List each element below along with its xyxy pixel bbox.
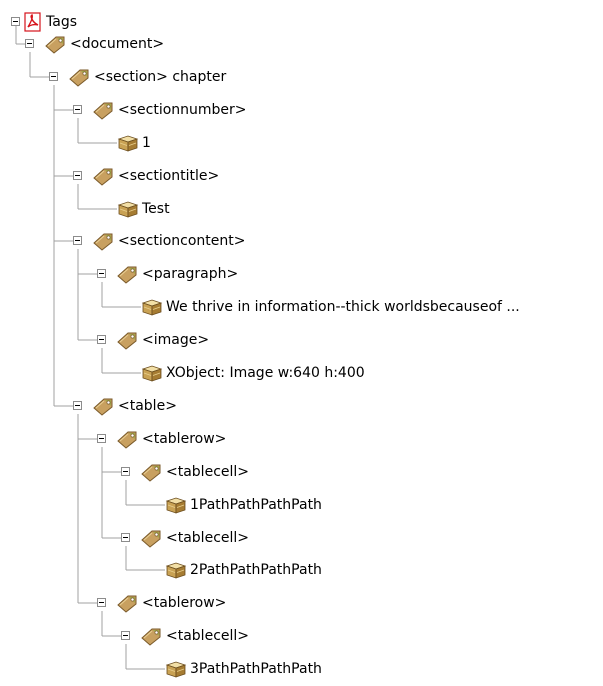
tree-node-label: <tablecell> [166, 628, 250, 644]
tree-node-label: 2PathPathPathPath [190, 562, 322, 578]
collapse-toggle[interactable] [49, 72, 58, 81]
tags-tree[interactable]: Tags <document> <section> chapter <secti… [0, 0, 603, 686]
tree-row[interactable]: We thrive in information--thick worldsbe… [0, 296, 603, 318]
tree-row[interactable]: <tablecell> [0, 461, 603, 483]
collapse-toggle[interactable] [11, 17, 20, 26]
tree-node-label: <sectionnumber> [118, 102, 247, 118]
tree-node-label: XObject: Image w:640 h:400 [166, 365, 365, 381]
collapse-toggle[interactable] [97, 598, 106, 607]
pdf-icon [22, 12, 44, 32]
tree-node-label: <section> chapter [94, 69, 227, 85]
tag-icon [141, 462, 163, 482]
collapse-toggle[interactable] [97, 434, 106, 443]
tree-row[interactable]: 3PathPathPathPath [0, 658, 603, 680]
collapse-toggle[interactable] [121, 533, 130, 542]
tree-node-label: 1 [142, 135, 151, 151]
tag-icon [141, 626, 163, 646]
content-box-icon [165, 659, 187, 679]
tag-icon [93, 231, 115, 251]
tree-node-label: Test [142, 201, 170, 217]
tree-row[interactable]: <tablerow> [0, 592, 603, 614]
content-box-icon [141, 363, 163, 383]
tag-icon [117, 593, 139, 613]
collapse-toggle[interactable] [121, 631, 130, 640]
collapse-toggle[interactable] [73, 236, 82, 245]
tag-icon [117, 429, 139, 449]
root-label: Tags [46, 14, 77, 30]
collapse-toggle[interactable] [97, 335, 106, 344]
tree-row[interactable]: <tablecell> [0, 625, 603, 647]
collapse-toggle[interactable] [97, 269, 106, 278]
tree-node-label: <table> [118, 398, 177, 414]
tree-row[interactable]: <paragraph> [0, 263, 603, 285]
tree-node-label: 1PathPathPathPath [190, 497, 322, 513]
tree-row[interactable]: <section> chapter [0, 66, 603, 88]
tree-row[interactable]: XObject: Image w:640 h:400 [0, 362, 603, 384]
tree-row[interactable]: <sectiontitle> [0, 165, 603, 187]
tag-icon [69, 67, 91, 87]
tree-row[interactable]: <image> [0, 329, 603, 351]
tree-node-label: <sectiontitle> [118, 168, 220, 184]
collapse-toggle[interactable] [25, 39, 34, 48]
tree-node-label: <image> [142, 332, 210, 348]
collapse-toggle[interactable] [73, 171, 82, 180]
tree-node-label: <paragraph> [142, 266, 239, 282]
tree-row[interactable]: <table> [0, 395, 603, 417]
tag-icon [93, 166, 115, 186]
tree-node-label: <tablecell> [166, 530, 250, 546]
tree-row[interactable]: 1 [0, 132, 603, 154]
tag-icon [93, 100, 115, 120]
content-box-icon [165, 560, 187, 580]
tree-row[interactable]: 1PathPathPathPath [0, 494, 603, 516]
tree-node-label: <tablerow> [142, 431, 227, 447]
tree-node-label: <document> [70, 36, 165, 52]
content-box-icon [117, 199, 139, 219]
collapse-toggle[interactable] [73, 401, 82, 410]
tree-row[interactable]: 2PathPathPathPath [0, 559, 603, 581]
tag-icon [45, 34, 67, 54]
tree-node-label: We thrive in information--thick worldsbe… [166, 299, 520, 315]
tag-icon [117, 264, 139, 284]
tag-icon [93, 396, 115, 416]
tag-icon [117, 330, 139, 350]
collapse-toggle[interactable] [121, 467, 130, 476]
tree-node-label: <sectioncontent> [118, 233, 246, 249]
content-box-icon [141, 297, 163, 317]
tree-node-label: <tablerow> [142, 595, 227, 611]
tree-row[interactable]: <document> [0, 33, 603, 55]
content-box-icon [117, 133, 139, 153]
tree-row[interactable]: <sectionnumber> [0, 99, 603, 121]
tree-row[interactable]: Test [0, 198, 603, 220]
tree-node-label: 3PathPathPathPath [190, 661, 322, 677]
content-box-icon [165, 495, 187, 515]
tree-row[interactable]: <sectioncontent> [0, 230, 603, 252]
tree-node-label: <tablecell> [166, 464, 250, 480]
tag-icon [141, 528, 163, 548]
tree-row-root[interactable]: Tags [0, 11, 603, 33]
tree-row[interactable]: <tablecell> [0, 527, 603, 549]
tree-row[interactable]: <tablerow> [0, 428, 603, 450]
collapse-toggle[interactable] [73, 105, 82, 114]
